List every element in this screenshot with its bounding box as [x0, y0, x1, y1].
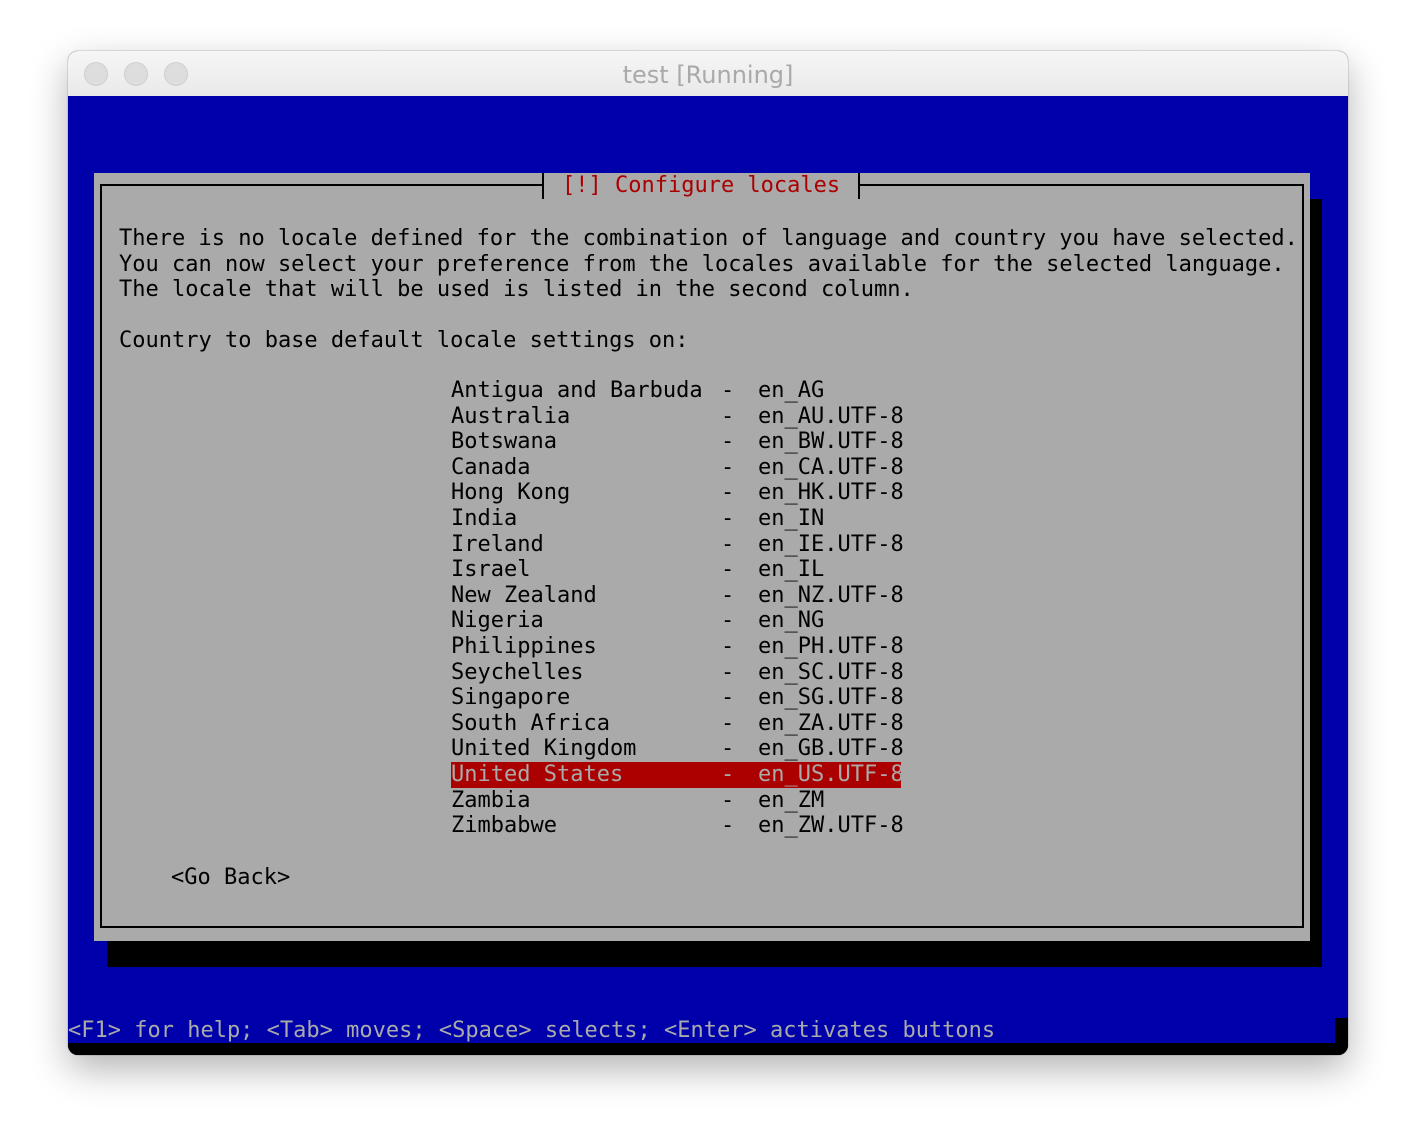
window-title: test [Running]: [622, 61, 794, 89]
locale-row[interactable]: Nigeria - en_NG: [451, 608, 901, 634]
locale-country: Canada: [451, 454, 531, 480]
locale-code: en_ZW.UTF-8: [758, 813, 904, 839]
locale-country: New Zealand: [451, 582, 597, 608]
locale-separator: -: [721, 761, 735, 787]
locale-separator: -: [721, 710, 735, 736]
locale-separator: -: [721, 454, 735, 480]
locale-country: Antigua and Barbuda: [451, 378, 703, 403]
configure-locales-dialog: [!] Configure locales There is no locale…: [94, 173, 1310, 941]
locale-country: Philippines: [451, 633, 597, 659]
locale-code: en_GB.UTF-8: [758, 736, 904, 762]
locale-separator: -: [721, 685, 735, 711]
country-prompt: Country to base default locale settings …: [119, 328, 689, 354]
locale-row[interactable]: Hong Kong - en_HK.UTF-8: [451, 480, 904, 506]
locale-code: en_ZA.UTF-8: [758, 710, 904, 736]
locale-code: en_AU.UTF-8: [758, 403, 904, 429]
locale-code: en_ZM: [758, 787, 825, 813]
locale-country: Ireland: [451, 531, 544, 557]
locale-separator: -: [721, 429, 735, 455]
locale-country: Botswana: [451, 429, 557, 455]
locale-separator: -: [721, 531, 735, 557]
locale-code: en_BW.UTF-8: [758, 429, 904, 455]
locale-country: Australia: [451, 403, 571, 429]
locale-country: Seychelles: [451, 659, 584, 685]
locale-country: Hong Kong: [451, 480, 571, 506]
locale-row[interactable]: Ireland - en_IE.UTF-8: [451, 531, 904, 558]
locale-separator: -: [721, 582, 735, 608]
description-line-1: There is no locale defined for the combi…: [119, 226, 1298, 251]
locale-row[interactable]: India - en_IN: [451, 506, 901, 532]
locale-code: en_AG: [758, 378, 825, 403]
locale-row[interactable]: Singapore - en_SG.UTF-8: [451, 685, 904, 711]
locale-code: en_US.UTF-8: [758, 761, 904, 787]
go-back-button[interactable]: <Go Back>: [171, 865, 290, 891]
locale-country: India: [451, 505, 518, 531]
locale-row[interactable]: Philippines - en_PH.UTF-8: [451, 633, 904, 660]
locale-row[interactable]: Antigua and Barbuda - en_AG: [451, 378, 901, 404]
locale-code: en_IE.UTF-8: [758, 531, 904, 557]
locale-country: South Africa: [451, 710, 610, 736]
locale-code: en_HK.UTF-8: [758, 480, 904, 506]
description-line-3: The locale that will be used is listed i…: [119, 277, 914, 303]
locale-code: en_CA.UTF-8: [758, 454, 904, 480]
locale-code: en_SC.UTF-8: [758, 659, 904, 685]
locale-separator: -: [721, 557, 735, 583]
locale-country: United States: [451, 761, 624, 787]
locale-code: en_NZ.UTF-8: [758, 582, 904, 608]
locale-country: Singapore: [451, 685, 571, 711]
locale-row[interactable]: Botswana - en_BW.UTF-8: [451, 429, 904, 455]
locale-row-selected[interactable]: United States - en_US.UTF-8: [451, 761, 904, 788]
locale-row[interactable]: Seychelles - en_SC.UTF-8: [451, 659, 904, 686]
locale-country: Nigeria: [451, 608, 544, 634]
locale-separator: -: [721, 608, 735, 634]
locale-code: en_PH.UTF-8: [758, 633, 904, 659]
dialog-title: [!] Configure locales: [542, 173, 861, 199]
locale-separator: -: [721, 403, 735, 429]
locale-row[interactable]: Zambia - en_ZM: [451, 788, 901, 814]
locale-country: Zambia: [451, 787, 531, 813]
locale-row[interactable]: South Africa - en_ZA.UTF-8: [451, 710, 904, 737]
locale-row[interactable]: Australia - en_AU.UTF-8: [451, 403, 904, 430]
locale-country: Israel: [451, 557, 531, 583]
help-footer: <F1> for help; <Tab> moves; <Space> sele…: [68, 1018, 1335, 1044]
locale-code: en_SG.UTF-8: [758, 685, 904, 711]
locale-separator: -: [721, 813, 735, 839]
vm-window: test [Running] [!] Configure locales The…: [68, 51, 1348, 1055]
locale-separator: -: [721, 480, 735, 506]
description-line-2: You can now select your preference from …: [119, 251, 1285, 277]
installer-screen: [!] Configure locales There is no locale…: [68, 96, 1348, 1055]
locale-row[interactable]: Zimbabwe - en_ZW.UTF-8: [451, 813, 904, 839]
window-titlebar[interactable]: test [Running]: [68, 51, 1348, 97]
locale-country: Zimbabwe: [451, 813, 557, 839]
locale-code: en_IN: [758, 505, 825, 531]
locale-row[interactable]: New Zealand - en_NZ.UTF-8: [451, 582, 904, 609]
locale-row[interactable]: Canada - en_CA.UTF-8: [451, 454, 904, 481]
locale-separator: -: [721, 633, 735, 659]
footer-bottom-bar: [68, 1043, 1348, 1055]
locale-code: en_NG: [758, 608, 825, 634]
locale-separator: -: [721, 378, 735, 403]
locale-separator: -: [721, 659, 735, 685]
locale-row[interactable]: United Kingdom - en_GB.UTF-8: [451, 736, 904, 762]
locale-separator: -: [721, 736, 735, 762]
locale-list[interactable]: Antigua and Barbuda - en_AG Australia - en_AU…: [451, 378, 904, 839]
locale-separator: -: [721, 505, 735, 531]
locale-row[interactable]: Israel - en_IL: [451, 557, 901, 583]
locale-code: en_IL: [758, 557, 825, 583]
locale-country: United Kingdom: [451, 736, 637, 762]
locale-separator: -: [721, 787, 735, 813]
